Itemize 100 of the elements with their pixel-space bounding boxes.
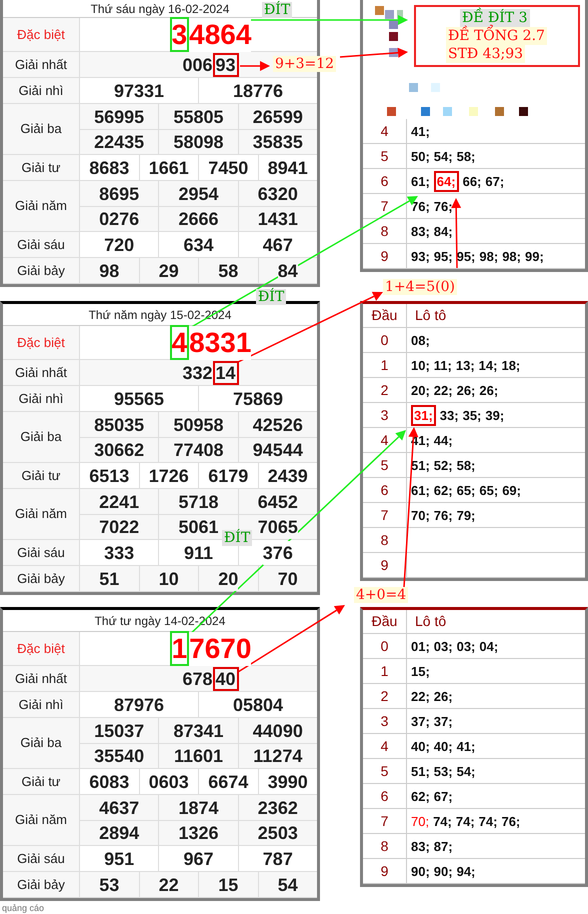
prize-label: Đặc biệt (3, 326, 80, 359)
column-header: Đầu (363, 610, 407, 633)
loto-number: 58; (456, 456, 476, 474)
loto-number: 95; (434, 248, 453, 264)
loto-number: 74; (433, 812, 452, 830)
head-digit: 9 (363, 859, 407, 883)
loto-number: 76; (434, 506, 453, 524)
head-digit: 7 (363, 809, 407, 833)
prize-label: Giải nhì (3, 692, 80, 717)
annotation-label: ĐÍT (262, 2, 292, 18)
prize-label: Giải tư (3, 155, 80, 180)
prize-label: Giải sáu (3, 232, 80, 257)
loto-number: 01; (411, 638, 430, 654)
head-digit: 3 (363, 403, 407, 427)
loto-number: 58; (456, 148, 476, 164)
loto-number: 76; (501, 812, 520, 830)
loto-number: 67; (485, 172, 504, 190)
head-digit: 2 (363, 378, 407, 402)
prize-label: Giải nhất (3, 666, 80, 691)
head-digit: 2 (363, 684, 407, 708)
loto-number: 98; (502, 248, 521, 264)
loto-number: 33; (440, 406, 459, 424)
special-number: 48331 (170, 326, 252, 360)
prize-label: Giải tư (3, 769, 80, 794)
loto-number: 11; (434, 356, 452, 374)
head-digit: 8 (363, 219, 407, 243)
head-digit: 5 (363, 144, 407, 168)
loto-number: 13; (456, 356, 475, 374)
prize-number: 33214 (182, 360, 239, 384)
head-digit: 8 (363, 834, 407, 858)
head-digit: 7 (363, 503, 407, 527)
prize-label: Giải nhất (3, 360, 80, 385)
head-digit: 0 (363, 328, 407, 352)
loto-number: 65; (479, 482, 498, 498)
annotation-label: 9+3=12 (273, 56, 336, 72)
loto-number: 87; (434, 838, 453, 854)
column-header: Lô tô (414, 612, 446, 631)
head-digit: 6 (363, 169, 407, 193)
loto-number: 53; (434, 762, 453, 780)
head-digit: 6 (363, 478, 407, 502)
loto-number: 67; (434, 788, 453, 804)
prize-label: Giải năm (3, 181, 80, 231)
prize-label: Giải năm (3, 489, 80, 539)
loto-number: 14; (478, 356, 498, 374)
loto-number: 61; (411, 482, 430, 498)
prize-label: Giải nhất (3, 52, 80, 77)
loto-number: 76; (434, 198, 453, 214)
loto-number: 10; (411, 356, 430, 374)
loto-number: 62; (411, 788, 430, 804)
loto-number: 64; (434, 170, 459, 192)
note-text: ĐỀ TỔNG 2.7 (446, 27, 547, 45)
loto-number: 20; (411, 382, 430, 398)
prize-label: Giải ba (3, 412, 80, 462)
prize-label: Đặc biệt (3, 632, 80, 665)
loto-number: 41; (411, 122, 430, 140)
loto-number: 90; (411, 862, 430, 880)
head-digit: 3 (363, 709, 407, 733)
arrow (240, 61, 270, 71)
head-digit: 6 (363, 784, 407, 808)
loto-number: 83; (411, 838, 430, 854)
loto-number: 90; (434, 862, 453, 880)
head-digit: 1 (363, 659, 407, 683)
prize-label: Giải ba (3, 104, 80, 154)
loto-number: 22; (411, 688, 430, 704)
prize-label: Đặc biệt (3, 18, 80, 51)
head-digit: 4 (363, 734, 407, 758)
loto-number: 61; (411, 172, 430, 190)
head-digit: 0 (363, 634, 407, 658)
loto-number: 41; (456, 738, 476, 754)
head-digit: 5 (363, 759, 407, 783)
loto-number: 37; (434, 712, 453, 730)
loto-number: 54; (456, 762, 476, 780)
loto-number: 54; (434, 148, 453, 164)
prize-label: Giải năm (3, 795, 80, 845)
loto-number: 51; (411, 762, 430, 780)
loto-number: 74; (478, 812, 498, 830)
loto-number: 95; (456, 248, 476, 264)
loto-number: 70; (411, 506, 430, 524)
note-text: STĐ 43;93 (446, 45, 526, 63)
loto-number: 26; (479, 382, 498, 398)
loto-number: 62; (434, 482, 453, 498)
special-number: 34864 (170, 18, 252, 52)
prize-label: Giải sáu (3, 540, 80, 565)
ad-label: quảng cáo (2, 904, 44, 913)
loto-number: 93; (411, 248, 430, 264)
column-header: Lô tô (414, 306, 446, 325)
loto-number: 99; (524, 248, 544, 264)
prize-label: Giải nhì (3, 78, 80, 103)
loto-number: 51; (411, 456, 430, 474)
loto-number: 40; (411, 738, 430, 754)
head-digit: 8 (363, 528, 407, 552)
loto-number: 40; (434, 738, 453, 754)
loto-number: 08; (411, 332, 430, 348)
head-digit: 9 (363, 553, 407, 577)
prize-label: Giải ba (3, 718, 80, 768)
loto-number: 83; (411, 222, 430, 240)
loto-number: 26; (434, 688, 453, 704)
loto-number: 22; (434, 382, 453, 398)
loto-number: 35; (462, 406, 482, 424)
prize-label: Giải bảy (3, 872, 80, 897)
